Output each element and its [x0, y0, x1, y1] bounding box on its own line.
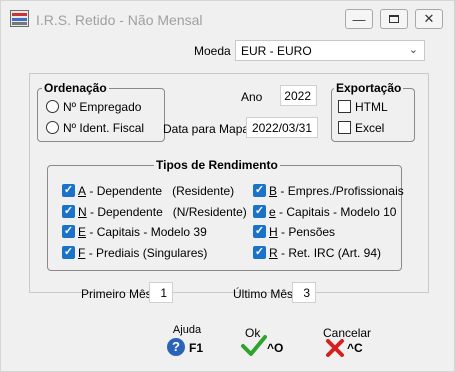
- ajuda-button[interactable]: Ajuda ? F1: [164, 324, 210, 360]
- minimize-icon: —: [352, 11, 366, 27]
- moeda-value: EUR - EURO: [241, 44, 312, 58]
- checkbox-tipo-e-lower[interactable]: ✓: [253, 205, 266, 218]
- tipo-n-code: N: [78, 205, 87, 219]
- tipos-title: Tipos de Rendimento: [154, 158, 280, 172]
- ano-label: Ano: [241, 90, 263, 104]
- app-icon: [10, 10, 29, 27]
- check-icon: [241, 335, 267, 356]
- maximize-icon: [389, 15, 399, 23]
- tipo-b-code: B: [269, 184, 278, 198]
- tipo-e-lower-code: e: [269, 205, 276, 219]
- check-icon: ✓: [254, 246, 265, 258]
- moeda-select[interactable]: EUR - EURO ⌄: [235, 40, 425, 61]
- radio-ident-fiscal[interactable]: [46, 121, 59, 134]
- tipo-a-code: A: [78, 184, 87, 198]
- ok-button[interactable]: Ok ^O: [239, 324, 289, 360]
- checkbox-tipo-a[interactable]: ✓: [62, 184, 75, 197]
- cancelar-button[interactable]: Cancelar ^C: [319, 324, 371, 360]
- tipo-n-label: - Dependente (N/Residente): [90, 205, 247, 219]
- check-icon: ✓: [254, 184, 265, 196]
- close-x-icon: [326, 339, 344, 357]
- maximize-button[interactable]: [380, 9, 408, 29]
- tipo-r-label: - Ret. IRC (Art. 94): [281, 246, 382, 260]
- cancelar-key: ^C: [347, 341, 363, 355]
- tipo-n-row: N - Dependente (N/Residente): [78, 205, 247, 219]
- checkbox-tipo-r[interactable]: ✓: [253, 246, 266, 259]
- ordenacao-title: Ordenação: [42, 81, 109, 95]
- checkbox-tipo-e[interactable]: ✓: [62, 225, 75, 238]
- title-bar: I.R.S. Retido - Não Mensal — ✕: [1, 1, 454, 35]
- ajuda-label: Ajuda: [172, 324, 202, 336]
- checkbox-tipo-b[interactable]: ✓: [253, 184, 266, 197]
- tipo-e-lower-row: e - Capitais - Modelo 10: [269, 205, 396, 219]
- tipo-b-label: - Empres./Profissionais: [280, 184, 404, 198]
- tipo-r-code: R: [269, 246, 278, 260]
- radio-num-empregado[interactable]: [46, 100, 59, 113]
- checkbox-excel[interactable]: [338, 121, 351, 134]
- tipo-e-row: E - Capitais - Modelo 39: [78, 225, 207, 239]
- tipo-r-row: R - Ret. IRC (Art. 94): [269, 246, 381, 260]
- data-mapa-label: Data para Mapa: [163, 122, 250, 136]
- primeiro-mes-input[interactable]: 1: [149, 282, 173, 303]
- tipo-h-row: H - Pensões: [269, 225, 335, 239]
- minimize-button[interactable]: —: [345, 9, 373, 29]
- moeda-label: Moeda: [194, 44, 231, 58]
- tipo-a-row: A - Dependente (Residente): [78, 184, 234, 198]
- exportacao-title: Exportação: [334, 81, 404, 95]
- checkbox-html[interactable]: [338, 100, 351, 113]
- tipo-h-code: H: [269, 225, 278, 239]
- checkbox-tipo-f[interactable]: ✓: [62, 246, 75, 259]
- checkbox-tipo-n[interactable]: ✓: [62, 205, 75, 218]
- tipo-f-code: F: [78, 246, 86, 260]
- data-mapa-input[interactable]: 2022/03/31: [246, 117, 318, 138]
- tipo-b-row: B - Empres./Profissionais: [269, 184, 404, 198]
- close-icon: ✕: [423, 11, 435, 26]
- ajuda-key: F1: [189, 341, 204, 355]
- chevron-down-icon: ⌄: [408, 44, 418, 56]
- check-icon: ✓: [63, 205, 74, 217]
- help-icon: ?: [167, 338, 185, 356]
- ano-input[interactable]: 2022: [280, 85, 317, 106]
- checkbox-tipo-h[interactable]: ✓: [253, 225, 266, 238]
- checkbox-html-label: HTML: [355, 100, 388, 114]
- check-icon: ✓: [63, 225, 74, 237]
- tipo-e-lower-label: - Capitais - Modelo 10: [279, 205, 397, 219]
- tipo-f-row: F - Prediais (Singulares): [78, 246, 207, 260]
- window-title: I.R.S. Retido - Não Mensal: [36, 12, 203, 28]
- cancelar-label: Cancelar: [323, 326, 372, 340]
- close-button[interactable]: ✕: [415, 9, 443, 29]
- dialog-window: I.R.S. Retido - Não Mensal — ✕ Moeda EUR…: [0, 0, 455, 372]
- tipo-e-code: E: [78, 225, 87, 239]
- tipo-h-label: - Pensões: [281, 225, 336, 239]
- tipo-a-label: - Dependente (Residente): [89, 184, 235, 198]
- check-icon: ✓: [254, 225, 265, 237]
- tipo-f-label: - Prediais (Singulares): [88, 246, 208, 260]
- ultimo-mes-label: Último Mês: [233, 287, 294, 301]
- ultimo-mes-input[interactable]: 3: [292, 282, 316, 303]
- primeiro-mes-label: Primeiro Mês: [81, 287, 152, 301]
- ok-key: ^O: [267, 341, 284, 355]
- radio-ident-fiscal-label: Nº Ident. Fiscal: [63, 121, 145, 135]
- checkbox-excel-label: Excel: [355, 121, 385, 135]
- check-icon: ✓: [63, 246, 74, 258]
- tipo-e-label: - Capitais - Modelo 39: [89, 225, 207, 239]
- check-icon: ✓: [63, 184, 74, 196]
- check-icon: ✓: [254, 205, 265, 217]
- radio-num-empregado-label: Nº Empregado: [63, 100, 142, 114]
